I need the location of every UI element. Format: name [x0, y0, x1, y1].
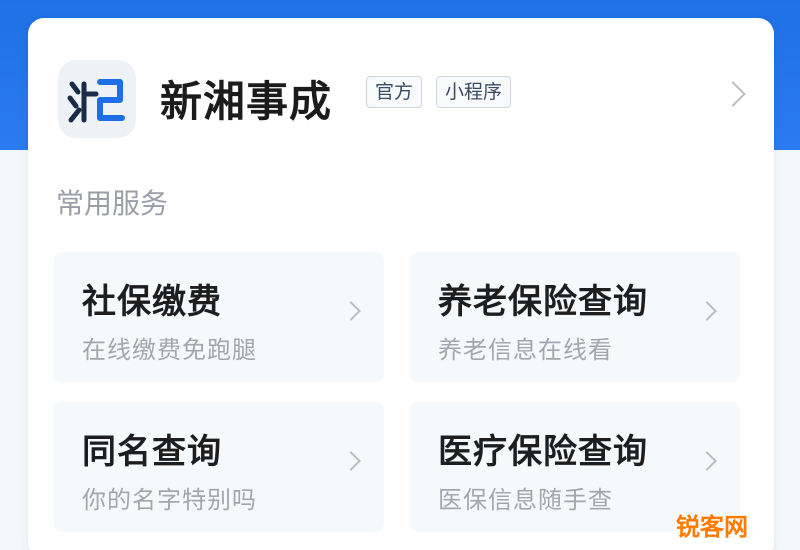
chevron-right-icon [697, 301, 717, 321]
mini-program-badge: 小程序 [436, 76, 512, 108]
service-title: 养老保险查询 [438, 282, 648, 322]
service-subtitle: 养老信息在线看 [438, 336, 613, 364]
app-name: 新湘事成 [160, 77, 333, 126]
service-title: 同名查询 [82, 432, 222, 472]
chevron-right-icon [341, 451, 361, 471]
service-title: 社保缴费 [82, 282, 222, 322]
section-title: 常用服务 [56, 187, 169, 220]
chevron-right-icon [341, 301, 361, 321]
official-badge: 官方 [366, 76, 423, 108]
mini-program-card: 新湘事成 官方 小程序 常用服务 社保缴费 在线缴费免跑腿 养老保险查询 养老信… [28, 18, 774, 550]
service-tile-name-query[interactable]: 同名查询 你的名字特别吗 [54, 402, 384, 532]
chevron-right-icon[interactable] [720, 81, 746, 107]
chevron-right-icon [697, 451, 717, 471]
service-subtitle: 在线缴费免跑腿 [82, 336, 257, 364]
service-tile-pension-query[interactable]: 养老保险查询 养老信息在线看 [410, 252, 740, 382]
service-title: 医疗保险查询 [438, 432, 648, 472]
service-tile-social-insurance-payment[interactable]: 社保缴费 在线缴费免跑腿 [54, 252, 384, 382]
app-header[interactable]: 新湘事成 官方 小程序 [28, 18, 774, 168]
service-subtitle: 医保信息随手查 [438, 486, 613, 514]
app-logo-icon [67, 79, 125, 123]
app-logo [58, 60, 136, 138]
service-subtitle: 你的名字特别吗 [82, 486, 257, 514]
site-watermark: 锐客网 [676, 513, 748, 541]
